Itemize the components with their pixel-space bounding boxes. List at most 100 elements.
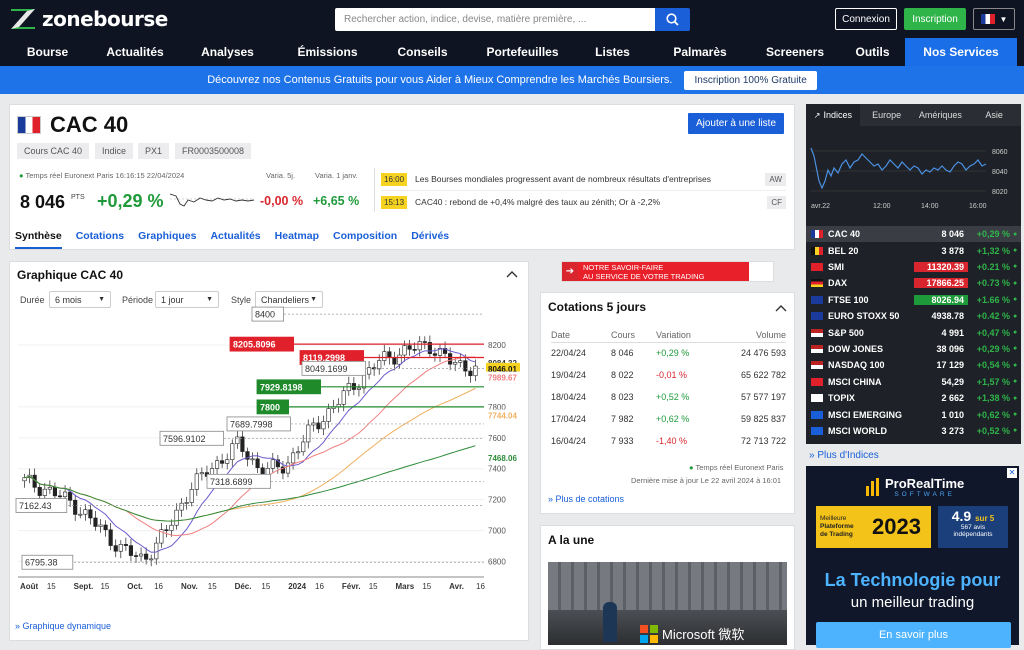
index-row[interactable]: FTSE 100 8026.94 +1.66 % ● [806,292,1021,308]
tab-indices[interactable]: ↗ Indices [806,104,860,126]
cell-date: 17/04/24 [551,414,587,424]
nav-palmares[interactable]: Palmarès [650,38,750,66]
collapse-icon[interactable] [775,304,787,312]
search-input[interactable]: Rechercher action, indice, devise, matiè… [335,8,655,31]
site-logo[interactable]: zonebourse [10,7,168,31]
index-name[interactable]: EURO STOXX 50 [828,311,914,321]
news-title[interactable]: Les Bourses mondiales progressent avant … [415,174,711,184]
graphique-dynamique-link[interactable]: » Graphique dynamique [15,621,111,631]
language-select[interactable]: ▼ [973,8,1015,30]
ad-close-icon[interactable]: ✕ [1007,468,1017,478]
index-name[interactable]: NASDAQ 100 [828,360,914,370]
index-name[interactable]: FTSE 100 [828,295,914,305]
cell-var: -0,01 % [656,370,688,380]
tab-asie[interactable]: Asie [967,104,1021,126]
cotations-updated: Dernière mise à jour Le 22 avril 2024 à … [631,476,782,485]
tab-graphiques[interactable]: Graphiques [138,230,196,249]
index-name[interactable]: MSCI EMERGING [828,410,914,420]
candle-body [448,353,453,365]
rating-of: sur 5 [975,514,995,523]
index-name[interactable]: S&P 500 [828,328,914,338]
inscription-button[interactable]: Inscription [904,8,966,30]
index-name[interactable]: CAC 40 [828,229,914,239]
tag-cours[interactable]: Cours CAC 40 [17,143,90,159]
ad-cta-button[interactable]: En savoir plus [816,622,1011,648]
collapse-icon[interactable] [506,270,518,278]
promo-signup-button[interactable]: Inscription 100% Gratuite [684,70,817,90]
nav-analyses[interactable]: Analyses [175,38,280,66]
index-row[interactable]: MSCI CHINA 54,29 +1,57 % ● [806,374,1021,390]
tab-actualites[interactable]: Actualités [210,230,260,249]
var5j-label: Varia. 5j. [266,171,296,180]
nav-emissions[interactable]: Émissions [280,38,375,66]
index-value: 8 046 [941,229,964,240]
add-to-list-button[interactable]: Ajouter à une liste [688,113,784,134]
flag-icon [811,361,823,370]
status-dot-icon: ● [1013,345,1018,353]
index-name[interactable]: MSCI WORLD [828,426,914,436]
cell-date: 19/04/24 [551,370,587,380]
index-name[interactable]: DAX [828,278,914,288]
index-name[interactable]: MSCI CHINA [828,377,914,387]
index-row[interactable]: SMI 11320.39 +0.21 % ● [806,259,1021,275]
ad-banner[interactable]: ➔ NOTRE SAVOIR-FAIRE AU SERVICE DE VOTRE… [561,261,774,282]
price-chart[interactable]: 84008205.80968119.29988049.16997929.8198… [12,305,524,595]
status-dot-icon: ● [1013,247,1018,255]
tab-derives[interactable]: Dérivés [411,230,449,249]
tab-composition[interactable]: Composition [333,230,397,249]
tab-cotations[interactable]: Cotations [76,230,124,249]
news-item[interactable]: 16:00 Les Bourses mondiales progressent … [381,169,786,189]
tab-ameriques[interactable]: Amériques [913,104,968,126]
more-cotations-link[interactable]: » Plus de cotations [548,494,624,504]
cell-var: +0,62 % [656,414,690,424]
ad-prorealtime[interactable]: ✕ ProRealTime SOFTWARE Meilleure Platefo… [806,466,1019,648]
tab-heatmap[interactable]: Heatmap [275,230,319,249]
index-row[interactable]: DAX 17866.25 +0.73 % ● [806,275,1021,291]
index-name[interactable]: BEL 20 [828,246,914,256]
index-row[interactable]: DOW JONES 38 096 +0,29 % ● [806,341,1021,357]
index-name[interactable]: DOW JONES [828,344,914,354]
connexion-button[interactable]: Connexion [835,8,897,30]
index-row[interactable]: MSCI EMERGING 1 010 +0,62 % ● [806,406,1021,422]
index-row[interactable]: MSCI WORLD 3 273 +0,52 % ● [806,423,1021,439]
flag-icon [811,426,823,435]
nav-nos-services[interactable]: Nos Services [905,38,1017,66]
flag-icon [811,279,823,288]
index-row[interactable]: BEL 20 3 878 +1,32 % ● [806,242,1021,258]
nav-portefeuilles[interactable]: Portefeuilles [470,38,575,66]
news-title[interactable]: CAC40 : rebond de +0,4% malgré des taux … [415,197,660,207]
flag-icon [811,295,823,304]
chevron-down-icon: ▼ [98,296,105,303]
index-row[interactable]: TOPIX 2 662 +1,38 % ● [806,390,1021,406]
news-image[interactable]: Microsoft 微软 [548,562,787,645]
tab-europe[interactable]: Europe [859,104,914,126]
mini-axis-label: 8040 [992,169,1008,176]
table-row: 18/04/24 8 023 +0,52 % 57 577 197 [551,389,786,405]
index-name[interactable]: SMI [828,262,914,272]
nav-actualites[interactable]: Actualités [95,38,175,66]
candle-body [149,558,154,561]
search-button[interactable] [655,8,690,31]
index-row[interactable]: S&P 500 4 991 +0,47 % ● [806,324,1021,340]
index-row[interactable]: CAC 40 8 046 +0,29 % ● [806,226,1021,243]
nav-outils[interactable]: Outils [840,38,905,66]
candle-body [306,424,311,443]
index-value: 11320.39 [914,261,968,272]
chevron-down-icon: ▼ [999,14,1008,24]
candle-body [255,458,260,469]
tag-indice[interactable]: Indice [95,143,134,159]
index-name[interactable]: TOPIX [828,393,914,403]
y-axis-label: 7200 [488,496,506,505]
nav-listes[interactable]: Listes [575,38,650,66]
index-row[interactable]: EURO STOXX 50 4938.78 +0.42 % ● [806,308,1021,324]
nav-conseils[interactable]: Conseils [375,38,470,66]
index-row[interactable]: NASDAQ 100 17 129 +0,54 % ● [806,357,1021,373]
more-indices-link[interactable]: » Plus d'Indices [809,450,879,461]
var1jan-value: +6,65 % [313,194,360,208]
nav-screeners[interactable]: Screeners [750,38,840,66]
intraday-chart[interactable]: 8060 8040 8020 avr.22 12:00 14:00 16:00 [806,126,1021,224]
news-item[interactable]: 15:13 CAC40 : rebond de +0,4% malgré des… [381,192,786,212]
table-header: Date Cours Variation Volume [551,327,786,343]
tab-synthese[interactable]: Synthèse [15,230,62,249]
nav-bourse[interactable]: Bourse [0,38,95,66]
